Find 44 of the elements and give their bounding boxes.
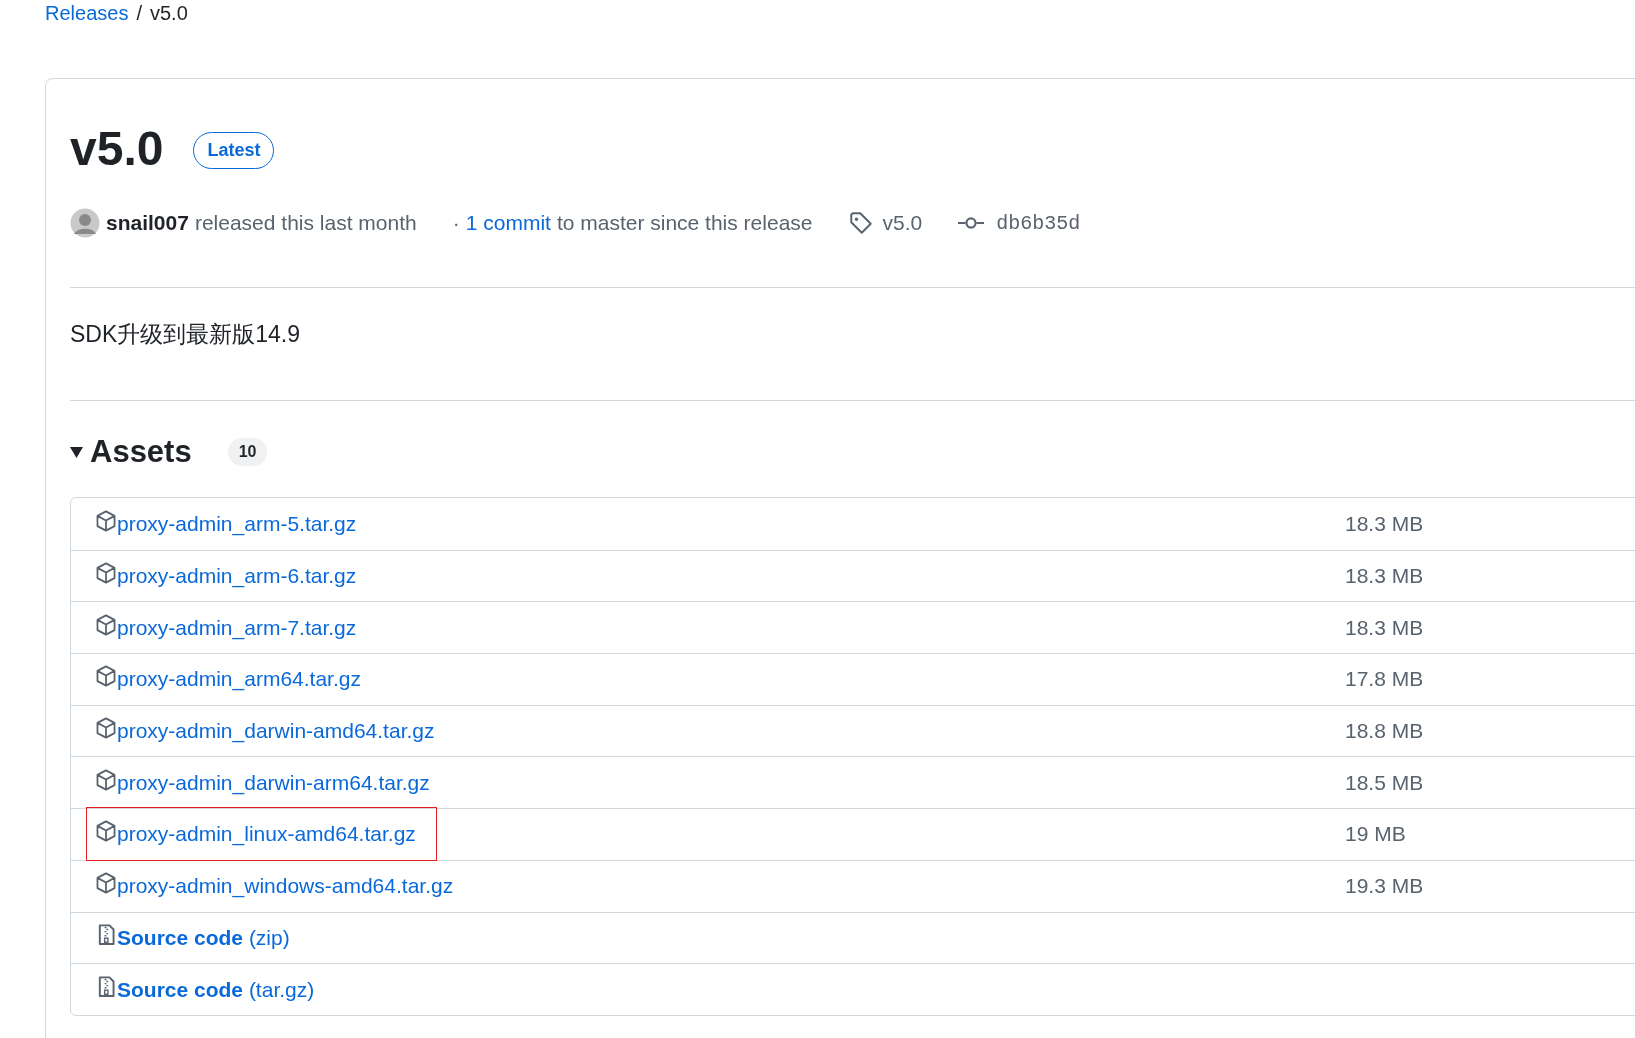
release-date: released this last month — [194, 211, 417, 235]
file-size: 18.8 MB — [1345, 719, 1424, 744]
file-size: 18.3 MB — [1345, 615, 1424, 640]
commit-hash-link[interactable]: db6b35d — [996, 211, 1081, 235]
source-code-link[interactable]: Source code (tar.gz) — [117, 977, 315, 1002]
avatar-icon[interactable] — [70, 208, 100, 238]
asset-link[interactable]: proxy-admin_arm64.tar.gz — [117, 667, 361, 692]
release-description: SDK升级到最新版14.9 — [70, 320, 302, 349]
asset-link[interactable]: proxy-admin_windows-amd64.tar.gz — [117, 874, 454, 899]
package-icon — [95, 509, 117, 532]
commits-link[interactable]: 1 commit — [465, 211, 551, 235]
tag-link[interactable]: v5.0 — [882, 211, 923, 235]
asset-link[interactable]: proxy-admin_arm-6.tar.gz — [117, 564, 357, 589]
asset-link[interactable]: proxy-admin_arm-7.tar.gz — [117, 615, 357, 640]
package-icon — [95, 562, 117, 585]
assets-count: 10 — [227, 438, 268, 466]
file-size: 18.3 MB — [1345, 564, 1424, 589]
breadcrumb-current: v5.0 — [149, 1, 188, 25]
package-icon — [95, 613, 117, 636]
breadcrumb-separator: / — [136, 1, 142, 25]
commits-text: to master since this release — [556, 211, 813, 235]
package-icon — [95, 665, 117, 688]
author-link[interactable]: snail007 — [106, 211, 189, 235]
tag-icon — [848, 211, 873, 235]
package-icon — [95, 820, 117, 843]
package-icon — [95, 872, 117, 895]
asset-link[interactable]: proxy-admin_linux-amd64.tar.gz — [117, 822, 416, 847]
file-size: 18.3 MB — [1345, 511, 1424, 536]
package-icon — [95, 717, 117, 740]
package-icon — [95, 768, 117, 791]
releases-link[interactable]: Releases — [45, 1, 129, 25]
assets-title[interactable]: Assets — [90, 434, 192, 470]
separator-dot: · — [452, 211, 460, 235]
file-size: 19 MB — [1345, 822, 1406, 847]
source-code-link[interactable]: Source code (zip) — [117, 925, 290, 950]
file-size: 19.3 MB — [1345, 874, 1424, 899]
asset-link[interactable]: proxy-admin_darwin-amd64.tar.gz — [117, 719, 435, 744]
commit-icon — [958, 216, 985, 230]
asset-link[interactable]: proxy-admin_darwin-arm64.tar.gz — [117, 770, 430, 795]
file-size: 17.8 MB — [1345, 667, 1424, 692]
release-title: v5.0 — [70, 120, 164, 176]
caret-down-icon[interactable] — [70, 446, 83, 458]
asset-link[interactable]: proxy-admin_arm-5.tar.gz — [117, 511, 357, 536]
file-size: 18.5 MB — [1345, 770, 1424, 795]
